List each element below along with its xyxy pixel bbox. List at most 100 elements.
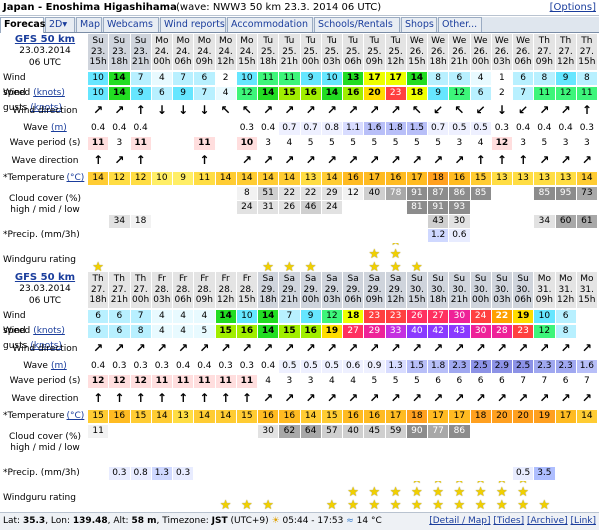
precip-cell — [151, 229, 172, 242]
wave-period-cell: 11 — [173, 375, 194, 388]
cloud-mid-cell — [449, 439, 470, 452]
temperature-cell: 13 — [173, 410, 194, 423]
wave-cell: 0.4 — [88, 122, 109, 135]
tab-2d[interactable]: 2D▾ — [45, 17, 75, 32]
rating-cell: ★ — [237, 481, 257, 515]
model-link[interactable]: GFS 50 km — [3, 34, 87, 45]
precip-cell — [576, 467, 597, 480]
precip-cell — [343, 467, 364, 480]
wind-gust-cell: 4 — [215, 87, 236, 100]
wind-speed-cell: 8 — [576, 72, 597, 85]
wave-cell — [173, 122, 194, 135]
tab-map[interactable]: Map — [76, 17, 102, 32]
wind-direction-arrow-icon: ↙ — [475, 103, 486, 117]
wind-speed-cell: 1 — [491, 72, 512, 85]
wind-gust-cell: 14 — [258, 325, 279, 338]
temp-unit-link[interactable]: (°C) — [67, 411, 85, 421]
wave-direction-arrow-icon: ↗ — [326, 153, 337, 167]
temperature-cell: 10 — [151, 172, 172, 185]
temperature-cell: 20 — [513, 410, 534, 423]
precip-cell — [88, 229, 109, 242]
star-icon: ★ — [326, 498, 338, 513]
wind-direction-arrow-icon: ↗ — [114, 341, 125, 355]
time-header: Mo 24. 12h — [215, 34, 236, 70]
tab-shops[interactable]: Shops — [401, 17, 437, 32]
wave-unit-link[interactable]: (m) — [51, 361, 67, 371]
cloud-high-cell: 95 — [555, 187, 576, 200]
wind-speed-cell: 8 — [428, 72, 449, 85]
wind-direction-arrow-icon: ↗ — [284, 341, 295, 355]
temperature-cell: 20 — [491, 410, 512, 423]
star-icon: ★ — [517, 498, 529, 513]
wave-cell: 0.4 — [513, 122, 534, 135]
star-icon: ★ — [453, 498, 466, 513]
precip-cell — [385, 467, 406, 480]
wave-direction-arrow-icon: ↗ — [305, 153, 316, 167]
tab-wind-reports[interactable]: Wind reports — [160, 17, 226, 32]
detail-map-link[interactable]: [Detail / Map] — [429, 516, 490, 526]
cloud-high-cell: 86 — [449, 425, 470, 438]
wave-unit-link[interactable]: (m) — [51, 123, 67, 133]
tab-accommodation[interactable]: Accommodation — [227, 17, 313, 32]
cloud-low-cell — [406, 453, 427, 466]
wave-direction-arrow-icon: ↗ — [305, 391, 316, 405]
archive-link[interactable]: [Archive] — [527, 516, 568, 526]
tab-webcams[interactable]: Webcams — [103, 17, 159, 32]
temp-unit-link[interactable]: (°C) — [67, 173, 85, 183]
wave-direction-arrow-icon: ↗ — [560, 153, 571, 167]
wind-gust-cell: 16 — [236, 325, 257, 338]
wave-cell: 1.5 — [406, 360, 427, 373]
star-icon: ★ — [219, 498, 232, 513]
temperature-cell: 19 — [534, 410, 555, 423]
options-link[interactable]: [Options] — [550, 2, 596, 13]
rating-cell — [173, 481, 193, 515]
day-label: Mo — [155, 36, 169, 46]
cloud-high-cell — [173, 425, 194, 438]
temperature-cell: 15 — [470, 172, 491, 185]
link-link[interactable]: [Link] — [571, 516, 596, 526]
precip-cell: 1.3 — [151, 467, 172, 480]
time-header: Fr 28. 03h — [151, 272, 172, 308]
cloud-high-cell — [194, 187, 215, 200]
tab-schools-rentals[interactable]: Schools/Rentals — [314, 17, 400, 32]
precip-cell — [343, 229, 364, 242]
wave-cell: 0.6 — [343, 360, 364, 373]
date-label: 23. — [90, 46, 106, 57]
temperature-cell: 13 — [555, 172, 576, 185]
precip-cell — [449, 467, 470, 480]
wind-direction-arrow-icon: ↓ — [199, 103, 210, 117]
time-header: Th 27. 21h — [109, 272, 130, 308]
wave-cell: 0.5 — [449, 122, 470, 135]
cloud-low-cell — [258, 215, 279, 228]
temperature-cell: 14 — [88, 172, 109, 185]
wave-direction-arrow-icon: ↗ — [390, 153, 401, 167]
hour-label: 15h — [238, 295, 256, 305]
cloud-high-cell: 91 — [406, 187, 427, 200]
date-label: 28. — [197, 284, 212, 295]
precip-cell: 0.5 — [513, 467, 534, 480]
rating-cell: ★ — [216, 481, 236, 515]
tides-link[interactable]: [Tides] — [493, 516, 524, 526]
wind-gust-cell: 11 — [576, 87, 597, 100]
wave-cell: 2.3 — [555, 360, 576, 373]
hour-label: 09h — [535, 57, 553, 67]
time-header: Su 30. 06h — [513, 272, 534, 308]
wind-speed-cell: 13 — [343, 72, 364, 85]
cloud-low-cell — [130, 453, 151, 466]
model-link[interactable]: GFS 50 km — [3, 272, 87, 283]
day-label: Sa — [368, 274, 380, 284]
wave-period-cell — [151, 137, 172, 150]
time-header: Su 30. 00h — [470, 272, 491, 308]
tab-other[interactable]: Other... — [438, 17, 482, 32]
wind-speed-cell: 7 — [279, 310, 300, 323]
wave-cell: 0.4 — [534, 122, 555, 135]
cloud-mid-cell — [576, 201, 597, 214]
temperature-cell: 16 — [343, 172, 364, 185]
cloud-mid-cell — [130, 439, 151, 452]
tab-forecast[interactable]: Forecast — [0, 17, 50, 33]
temperature-cell: 12 — [130, 172, 151, 185]
cloud-high-cell — [109, 187, 130, 200]
wind-speed-cell: 24 — [470, 310, 491, 323]
wind-speed-cell: 2 — [215, 72, 236, 85]
cloud-sub-text: high / mid / low — [10, 205, 80, 215]
